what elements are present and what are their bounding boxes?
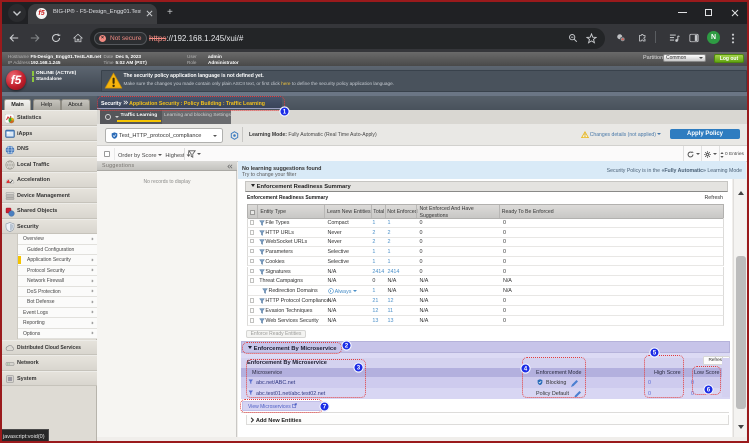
svg-text:2: 2 <box>344 343 348 350</box>
svg-text:6: 6 <box>706 386 710 393</box>
svg-text:1: 1 <box>283 109 287 116</box>
svg-text:7: 7 <box>323 404 327 411</box>
svg-text:3: 3 <box>356 364 360 371</box>
svg-text:4: 4 <box>523 366 527 373</box>
svg-text:5: 5 <box>652 350 656 357</box>
